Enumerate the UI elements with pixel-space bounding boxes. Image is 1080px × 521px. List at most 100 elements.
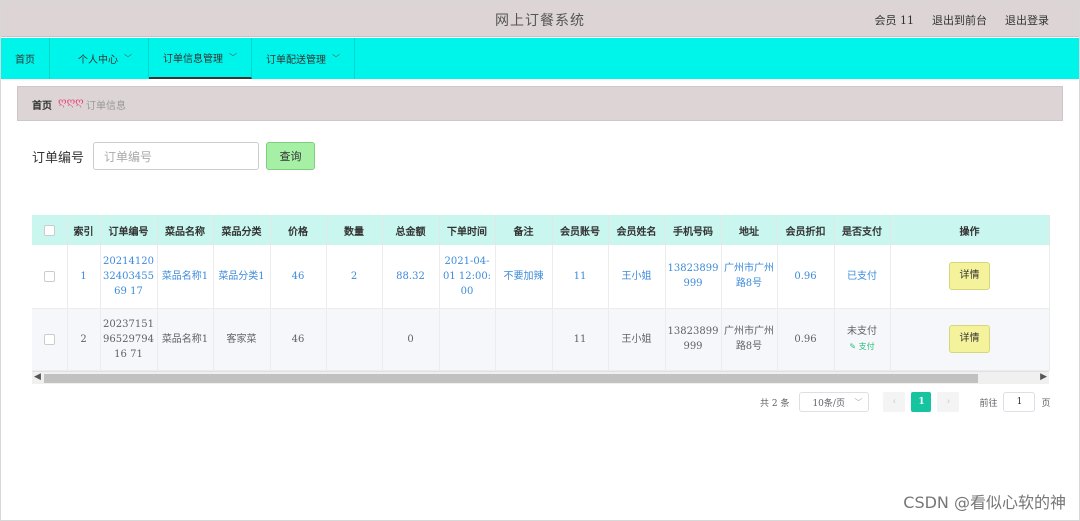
order-no-input[interactable]: 订单编号 bbox=[93, 142, 260, 170]
column-header: 手机号码 bbox=[665, 215, 722, 245]
nav-item-home[interactable]: 首页 bbox=[1, 38, 50, 79]
cell-price: 46 bbox=[270, 308, 327, 371]
paid-status: 未支付 bbox=[847, 326, 877, 337]
page-number-button[interactable]: 1 bbox=[911, 392, 932, 412]
cell-discount: 0.96 bbox=[777, 308, 835, 371]
chevron-down-icon: ﹀ bbox=[332, 54, 340, 63]
cell-actions: 详情 bbox=[890, 308, 1050, 371]
column-header: 数量 bbox=[326, 215, 383, 245]
cell-discount: 0.96 bbox=[777, 245, 835, 309]
cell-name: 王小姐 bbox=[608, 245, 666, 309]
cell-qty: 2 bbox=[326, 245, 383, 309]
pagination: 共 2 条 10条/页 ﹀ ‹ 1 › 前往 1 页 bbox=[760, 392, 1050, 412]
column-header: 操作 bbox=[890, 215, 1050, 245]
chevron-down-icon: ﹀ bbox=[854, 398, 863, 407]
nav-item-order-delivery[interactable]: 订单配送管理 ﹀ bbox=[252, 38, 355, 79]
chevron-down-icon: ﹀ bbox=[124, 54, 132, 63]
cell-address: 广州市广州路8号 bbox=[721, 245, 778, 309]
nav-item-personal-center[interactable]: 个人中心 ﹀ bbox=[50, 38, 149, 79]
column-header: 总金额 bbox=[382, 215, 440, 245]
search-button[interactable]: 查询 bbox=[266, 142, 316, 170]
column-header: 菜品分类 bbox=[213, 215, 271, 245]
pay-link[interactable]: ✎ 支付 bbox=[837, 339, 888, 354]
scroll-right-icon[interactable]: ▶ bbox=[1040, 372, 1047, 382]
nav-item-label: 个人中心 bbox=[78, 55, 118, 66]
table-row: 2 202371519652979416 71 菜品名称1 客家菜 46 0 1… bbox=[32, 308, 1050, 371]
column-header: 是否支付 bbox=[834, 215, 891, 245]
cell-address: 广州市广州路8号 bbox=[721, 308, 778, 371]
prev-page-button[interactable]: ‹ bbox=[883, 392, 906, 412]
cell-actions: 详情 bbox=[890, 245, 1050, 309]
column-header: 下单时间 bbox=[439, 215, 496, 245]
cell-account: 11 bbox=[552, 245, 609, 309]
column-header: 菜品名称 bbox=[157, 215, 214, 245]
breadcrumb-current: 订单信息 bbox=[86, 101, 126, 112]
search-bar: 订单编号 订单编号 查询 bbox=[32, 142, 316, 170]
cell-time: 2021-04-01 12:00:00 bbox=[439, 245, 496, 309]
cell-phone: 13823899999 bbox=[665, 245, 722, 309]
watermark: CSDN @看似心软的神 bbox=[903, 493, 1066, 512]
order-no-label: 订单编号 bbox=[32, 150, 85, 166]
breadcrumb-separator: ღღღ bbox=[58, 97, 84, 108]
column-header: 备注 bbox=[495, 215, 553, 245]
cell-paid: 未支付 ✎ 支付 bbox=[834, 308, 891, 371]
row-checkbox[interactable] bbox=[32, 308, 68, 371]
cell-phone: 13823899999 bbox=[665, 308, 722, 371]
chevron-right-icon: › bbox=[946, 397, 951, 407]
detail-button[interactable]: 详情 bbox=[949, 262, 990, 291]
top-header: 网上订餐系统 会员 11 退出到前台 退出登录 bbox=[1, 1, 1079, 37]
cell-qty bbox=[326, 308, 383, 371]
orders-table: 索引 订单编号 菜品名称 菜品分类 价格 数量 总金额 下单时间 备注 会员账号… bbox=[32, 215, 1050, 371]
horizontal-scrollbar[interactable]: ◀ ▶ bbox=[32, 371, 1049, 384]
scroll-left-icon[interactable]: ◀ bbox=[34, 372, 41, 382]
cell-total: 88.32 bbox=[382, 245, 440, 309]
cell-category: 客家菜 bbox=[213, 308, 271, 371]
total-count: 共 2 条 bbox=[760, 398, 790, 409]
goto-page-input[interactable]: 1 bbox=[1003, 392, 1036, 412]
column-header: 索引 bbox=[67, 215, 101, 245]
breadcrumb: 首页 ღღღ 订单信息 bbox=[17, 86, 1063, 121]
header-links: 会员 11 退出到前台 退出登录 bbox=[875, 12, 1050, 28]
detail-button[interactable]: 详情 bbox=[949, 325, 990, 353]
cell-paid: 已支付 bbox=[834, 245, 891, 309]
cell-time bbox=[439, 308, 496, 371]
cell-index: 1 bbox=[67, 245, 101, 309]
chevron-down-icon: ﹀ bbox=[229, 53, 237, 62]
logout-link[interactable]: 退出登录 bbox=[1005, 12, 1049, 28]
nav-item-label: 订单配送管理 bbox=[266, 55, 326, 66]
cell-name: 王小姐 bbox=[608, 308, 666, 371]
cell-note: 不要加辣 bbox=[495, 245, 553, 309]
breadcrumb-home[interactable]: 首页 bbox=[32, 97, 52, 112]
next-page-button[interactable]: › bbox=[937, 392, 960, 412]
cell-note bbox=[495, 308, 553, 371]
nav-item-label: 订单信息管理 bbox=[163, 54, 223, 65]
nav-item-order-info[interactable]: 订单信息管理 ﹀ bbox=[149, 38, 252, 79]
table-row: 1 202141203240345569 17 菜品名称1 菜品分类1 46 2… bbox=[32, 245, 1050, 309]
nav-item-label: 首页 bbox=[15, 55, 35, 66]
back-to-front-link[interactable]: 退出到前台 bbox=[932, 12, 987, 28]
column-header: 地址 bbox=[721, 215, 778, 245]
goto-label: 前往 bbox=[979, 398, 998, 409]
user-label: 会员 11 bbox=[874, 14, 915, 27]
cell-category: 菜品分类1 bbox=[213, 245, 271, 309]
cell-dish: 菜品名称1 bbox=[157, 245, 214, 309]
chevron-left-icon: ‹ bbox=[892, 397, 897, 407]
column-header: 会员姓名 bbox=[608, 215, 666, 245]
cell-order-no: 202371519652979416 71 bbox=[100, 308, 158, 371]
column-header: 订单编号 bbox=[100, 215, 158, 245]
column-header: 会员账号 bbox=[552, 215, 609, 245]
select-all-checkbox[interactable] bbox=[32, 215, 68, 245]
table-header-row: 索引 订单编号 菜品名称 菜品分类 价格 数量 总金额 下单时间 备注 会员账号… bbox=[32, 215, 1050, 245]
page-size-value: 10条/页 bbox=[812, 398, 845, 409]
cell-account: 11 bbox=[552, 308, 609, 371]
main-nav: 首页 个人中心 ﹀ 订单信息管理 ﹀ 订单配送管理 ﹀ bbox=[1, 38, 1079, 79]
row-checkbox[interactable] bbox=[32, 245, 68, 309]
cell-order-no: 202141203240345569 17 bbox=[100, 245, 158, 309]
page-size-select[interactable]: 10条/页 ﹀ bbox=[799, 392, 870, 412]
cell-total: 0 bbox=[382, 308, 440, 371]
cell-dish: 菜品名称1 bbox=[157, 308, 214, 371]
edit-icon: ✎ bbox=[849, 342, 859, 351]
page-unit-label: 页 bbox=[1041, 398, 1051, 409]
scrollbar-thumb[interactable] bbox=[44, 374, 978, 383]
cell-index: 2 bbox=[67, 308, 101, 371]
